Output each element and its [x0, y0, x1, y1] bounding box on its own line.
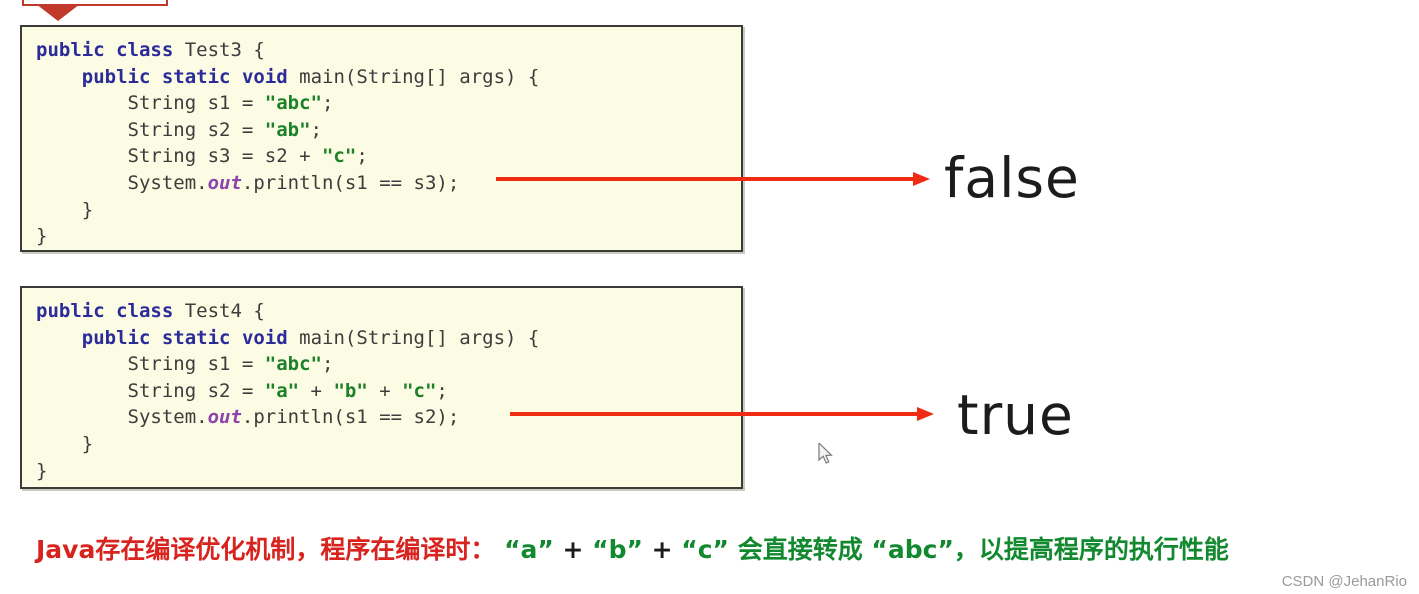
- code-line: String s2 = "a" + "b" + "c";: [36, 378, 741, 405]
- code-line: String s1 = "abc";: [36, 90, 741, 117]
- code-token: "ab": [264, 118, 311, 141]
- red-callout-pointer-icon: [36, 4, 80, 21]
- code-token: public: [81, 65, 151, 88]
- arrow-shaft: [496, 177, 914, 181]
- code-token: "c": [402, 379, 437, 402]
- code-token: main(String[] args) {: [287, 326, 540, 349]
- code-token: static: [161, 326, 231, 349]
- code-token: class: [116, 300, 174, 322]
- caption-segment: 以提高程序的执行性能: [978, 535, 1229, 564]
- code-token: public: [36, 39, 105, 61]
- code-token: }: [36, 225, 48, 248]
- code-token: "a": [264, 379, 300, 402]
- code-token: out: [207, 406, 242, 429]
- code-token: String s1 =: [36, 353, 265, 376]
- code-token: .println(s1 == s3);: [241, 171, 460, 194]
- red-arrow-to-true-icon: [510, 407, 934, 421]
- caption-segment: Java存在编译优化机制，程序在编译时：: [36, 535, 496, 564]
- code-line: public class Test3 {: [36, 37, 741, 64]
- code-block-test3: public class Test3 { public static void …: [20, 25, 743, 252]
- result-annotation-false: false: [944, 146, 1080, 210]
- red-arrow-to-false-icon: [496, 172, 930, 186]
- caption-segment: “c”: [681, 535, 729, 564]
- code-token: ;: [321, 92, 334, 115]
- code-token: }: [36, 198, 94, 221]
- code-token: System.: [36, 171, 208, 194]
- code-line: }: [36, 458, 741, 485]
- code-token: static: [161, 65, 231, 88]
- arrow-head: [913, 172, 930, 186]
- code-token: main(String[] args) {: [287, 65, 540, 88]
- code-token: void: [241, 326, 288, 349]
- code-token: String s3 = s2 +: [36, 145, 322, 168]
- mouse-cursor-icon: [818, 443, 833, 464]
- code-line: }: [36, 197, 741, 224]
- code-token: +: [299, 379, 334, 402]
- code-block-test4: public class Test4 { public static void …: [20, 286, 743, 489]
- code-line: public class Test4 {: [36, 298, 741, 325]
- caption-segment: +: [553, 535, 593, 564]
- code-token: String s1 =: [36, 92, 265, 115]
- code-line: }: [36, 223, 741, 250]
- code-line: String s2 = "ab";: [36, 117, 741, 144]
- code-line: }: [36, 431, 741, 458]
- code-token: ;: [321, 353, 334, 376]
- code-line: public static void main(String[] args) {: [36, 325, 741, 352]
- watermark: CSDN @JehanRio: [1281, 573, 1407, 590]
- result-annotation-true: true: [957, 383, 1074, 447]
- code-token: Test3 {: [173, 39, 265, 61]
- code-token: ;: [436, 379, 448, 402]
- code-token: public: [36, 300, 105, 322]
- code-token: "c": [321, 145, 357, 168]
- code-token: ;: [356, 145, 368, 168]
- code-token: +: [367, 379, 403, 402]
- caption-segment: “a”: [504, 535, 554, 564]
- code-token: Test4 {: [173, 300, 265, 322]
- code-token: "abc": [264, 92, 322, 115]
- code-token: System.: [36, 406, 208, 429]
- code-token: String s2 =: [36, 379, 265, 402]
- code-token: "abc": [264, 353, 322, 376]
- caption-segment: [729, 535, 738, 564]
- code-token: ;: [310, 118, 322, 141]
- code-token: void: [241, 65, 288, 88]
- code-token: class: [116, 39, 174, 61]
- arrow-head: [917, 407, 934, 421]
- code-token: .println(s1 == s2);: [241, 406, 460, 429]
- caption-segment: ，: [953, 535, 979, 564]
- caption-segment: 会直接转成: [737, 535, 863, 564]
- code-token: public: [81, 326, 151, 349]
- code-token: String s2 =: [36, 118, 265, 141]
- code-line: public static void main(String[] args) {: [36, 64, 741, 91]
- code-token: "b": [333, 379, 368, 402]
- code-token: }: [36, 459, 48, 482]
- code-token: }: [36, 432, 94, 455]
- caption-segment: “b”: [592, 535, 643, 564]
- caption-text: Java存在编译优化机制，程序在编译时： “a” + “b” + “c” 会直接…: [36, 535, 1229, 565]
- code-line: String s3 = s2 + "c";: [36, 143, 741, 170]
- code-line: String s1 = "abc";: [36, 351, 741, 378]
- caption-segment: +: [642, 535, 682, 564]
- caption-segment: [495, 535, 504, 564]
- caption-segment: “abc”: [871, 535, 954, 564]
- code-token: out: [207, 171, 242, 194]
- arrow-shaft: [510, 412, 918, 416]
